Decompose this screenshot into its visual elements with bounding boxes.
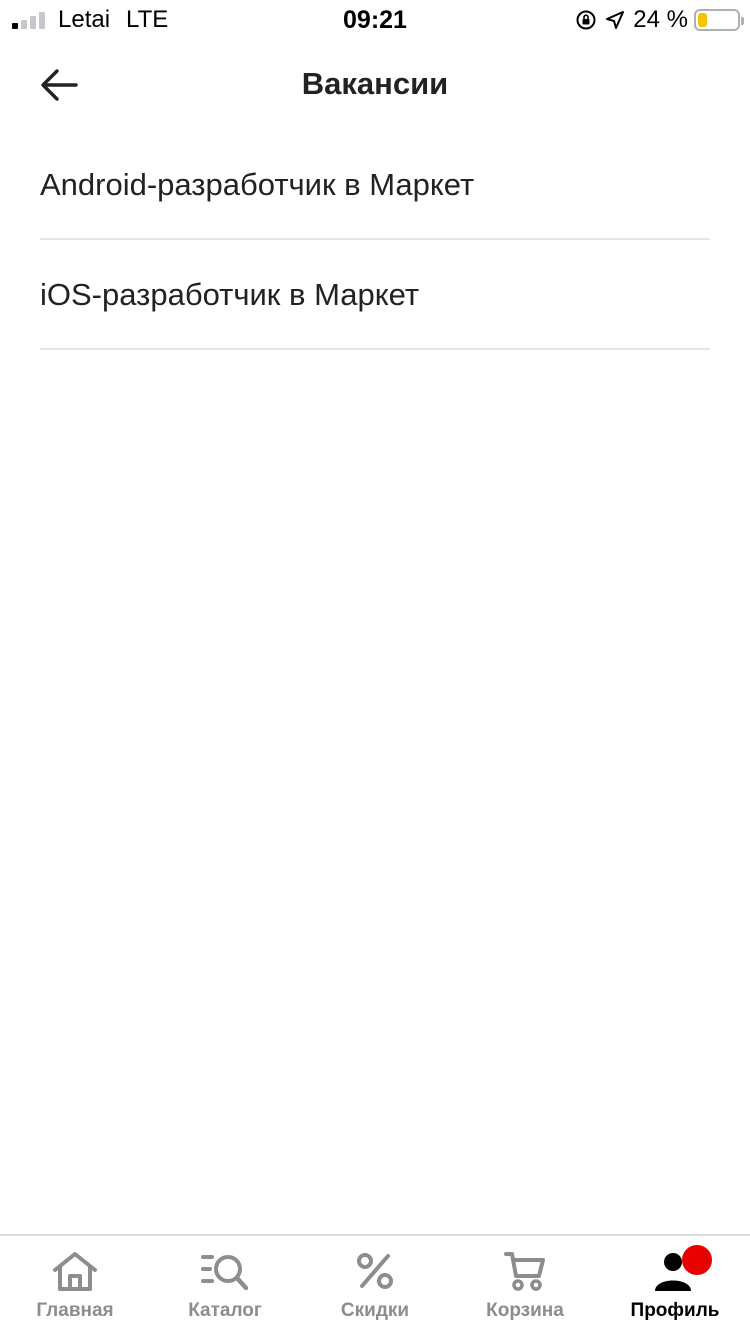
home-icon <box>53 1252 97 1291</box>
tab-catalog[interactable]: Каталог <box>150 1236 300 1334</box>
battery-level <box>698 13 707 27</box>
page-title: Вакансии <box>301 66 449 101</box>
tab-discounts[interactable]: Скидки <box>300 1236 450 1334</box>
vacancy-label: Android-разработчик в Маркет <box>40 167 475 202</box>
tab-cart[interactable]: Корзина <box>450 1236 600 1334</box>
battery-percent: 24 % <box>633 6 688 33</box>
orientation-lock-icon <box>575 9 597 31</box>
status-right: 24 % <box>575 6 744 34</box>
status-bar: Letai LTE 09:21 24 % <box>0 0 750 40</box>
notification-badge <box>682 1245 712 1275</box>
vacancy-item-ios[interactable]: iOS-разработчик в Маркет <box>40 240 710 350</box>
tab-label: Главная <box>36 1300 114 1321</box>
location-arrow-icon <box>605 10 625 30</box>
vacancies-list: Android-разработчик в Маркет iOS-разрабо… <box>40 130 710 350</box>
cart-icon <box>504 1252 545 1291</box>
percent-icon <box>357 1253 393 1289</box>
vacancies-screen: Letai LTE 09:21 24 % Вакансии Android-ра… <box>0 0 750 1334</box>
tab-label: Скидки <box>340 1300 410 1321</box>
tab-label: Каталог <box>188 1300 262 1321</box>
vacancy-label: iOS-разработчик в Маркет <box>40 277 420 312</box>
vacancy-item-android[interactable]: Android-разработчик в Маркет <box>40 130 710 240</box>
catalog-search-icon <box>201 1255 249 1291</box>
tab-label: Профиль <box>630 1300 720 1321</box>
page-header: Вакансии <box>0 50 750 120</box>
tab-label: Корзина <box>486 1300 564 1321</box>
tab-profile[interactable]: Профиль <box>600 1236 750 1334</box>
battery-icon <box>694 9 744 31</box>
tab-home[interactable]: Главная <box>0 1236 150 1334</box>
bottom-tab-bar: Главная Каталог Скидки Корзина Профиль <box>0 1234 750 1334</box>
